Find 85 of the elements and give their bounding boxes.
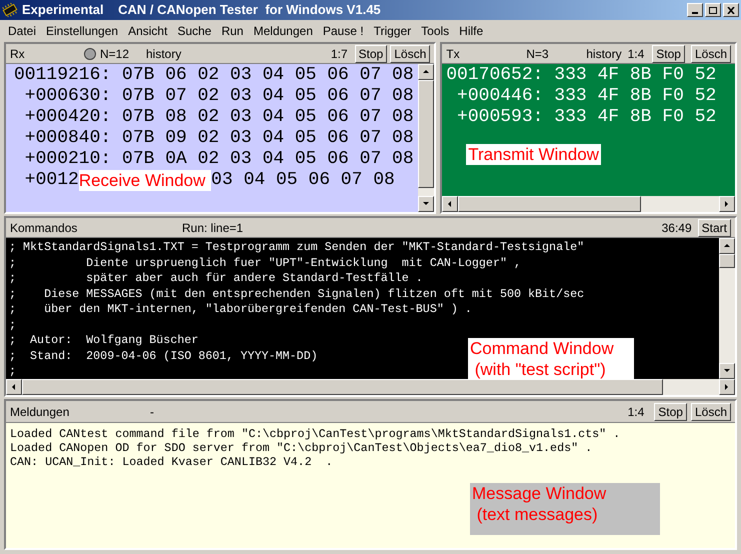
panel-button[interactable]: Stop (354, 44, 388, 62)
menu-item[interactable]: Run (217, 22, 248, 40)
log-line: +0012 (24, 170, 79, 191)
maximize-button[interactable] (705, 3, 721, 17)
scroll-arrow-button[interactable] (719, 196, 735, 212)
down-arrow-icon (723, 367, 731, 375)
log-line: +000593: 333 4F 8B F0 52 (456, 107, 718, 128)
log-line: +000420: 07B 08 02 03 04 05 06 07 08 (24, 107, 414, 128)
menu-item[interactable]: Meldungen (249, 22, 317, 40)
panel-button[interactable]: Stop (654, 402, 687, 420)
script-line: ; Diente urspruenglich fuer "UPT"-Entwicklung mit CAN-Logger" , (9, 256, 521, 271)
elapsed-time: 36:49 (662, 220, 692, 236)
log-line: +000840: 07B 09 02 03 04 05 06 07 08 (24, 128, 414, 149)
annotation-label: Receive Window (78, 170, 212, 191)
script-line: ; (9, 318, 16, 333)
log-line: 00170652: 333 4F 8B F0 52 (446, 65, 718, 86)
ratio-label: 1:7 (330, 46, 348, 62)
menu-item[interactable]: Datei (4, 22, 40, 40)
up-arrow-icon (723, 242, 731, 250)
log-line: +000446: 333 4F 8B F0 52 (456, 86, 718, 107)
log-line: 03 04 05 06 07 08 (211, 170, 395, 191)
maximize-icon (709, 6, 717, 14)
menu-item[interactable]: Tools (417, 22, 454, 40)
window-title: Experimental CAN / CANopen Tester for Windows V1.45 (22, 1, 381, 20)
down-arrow-icon (422, 200, 430, 208)
ratio-label: 1:4 (628, 404, 644, 420)
scroll-arrow-button[interactable] (719, 238, 735, 254)
menu-item[interactable]: Suche (173, 22, 216, 40)
close-icon (727, 6, 735, 14)
scroll-thumb[interactable] (719, 254, 735, 268)
menu-item[interactable]: Hilfe (455, 22, 488, 40)
log-line: +000210: 07B 0A 02 03 04 05 06 07 08 (24, 149, 414, 170)
message-line: CAN: UCAN_Init: Loaded Kvaser CANLIB32 V4.2 . (10, 455, 334, 469)
script-line: ; Autor: Wolfgang Büscher (9, 333, 198, 348)
close-button[interactable] (723, 3, 739, 17)
panel-button[interactable]: Lösch (690, 402, 731, 420)
vertical-scrollbar[interactable] (719, 238, 735, 379)
menu-item[interactable]: Einstellungen (42, 22, 122, 40)
up-arrow-icon (422, 68, 430, 76)
panel-title: Kommandos (10, 220, 78, 236)
message-count: N=12 (100, 46, 130, 62)
start-button[interactable]: Start (698, 218, 731, 236)
scroll-thumb[interactable] (458, 196, 641, 212)
message-line: Loaded CANopen OD for SDO server from "C:\cbproj\CanTest\Objects\ea7_dio8_v1.eds" . (10, 441, 594, 455)
log-line: +000630: 07B 07 02 03 04 05 06 07 08 (24, 86, 414, 107)
history-label: history (146, 46, 182, 62)
scroll-arrow-button[interactable] (418, 196, 434, 212)
message-line: Loaded CANtest command file from "C:\cbproj\CanTest\programs\MktStandardSignals1.cts" . (10, 427, 622, 441)
script-line: ; Diese MESSAGES (mit den entsprechenden Signalen) flitzen oft mit 500 kBit/sec (9, 286, 584, 302)
vertical-scrollbar[interactable] (418, 64, 434, 212)
menu-item[interactable]: Ansicht (124, 22, 172, 40)
script-line: ; später aber auch für andere Standard-Testfälle . (9, 271, 423, 286)
message-count: N=3 (526, 46, 550, 62)
minimize-button[interactable] (687, 3, 703, 17)
annotation-label: Command Window (with "test script") (468, 338, 634, 380)
script-line: ; MktStandardSignals1.TXT = Testprogramm zum Senden der "MKT-Standard-Testsignale" (9, 240, 584, 256)
panel-title: Meldungen (10, 404, 70, 420)
scroll-arrow-button[interactable] (6, 379, 22, 395)
menu-item[interactable]: Pause ! (318, 22, 368, 40)
panel-button[interactable]: Stop (652, 44, 685, 62)
panel-button[interactable]: Lösch (390, 44, 430, 62)
scroll-thumb[interactable] (418, 80, 434, 188)
right-arrow-icon (723, 383, 731, 391)
panel-button[interactable]: Lösch (690, 44, 731, 62)
script-line: ; (9, 364, 16, 379)
scroll-arrow-button[interactable] (719, 379, 735, 395)
panel-title: Rx (10, 46, 26, 62)
run-status: Run: line=1 (182, 220, 244, 236)
log-line: 00119216: 07B 06 02 03 04 05 06 07 08 (14, 65, 414, 86)
chip-icon (2, 3, 18, 17)
panel-title: Tx (446, 46, 461, 62)
annotation-label: Transmit Window (466, 144, 601, 165)
script-line: ; Stand: 2009-04-06 (ISO 8601, YYYY-MM-DD) (9, 348, 318, 364)
horizontal-scrollbar[interactable] (442, 196, 735, 212)
scroll-arrow-button[interactable] (719, 363, 735, 379)
annotation-label: Message Window (text messages) (470, 483, 660, 535)
right-arrow-icon (723, 200, 731, 208)
scroll-arrow-button[interactable] (418, 64, 434, 80)
history-label: history (586, 46, 622, 62)
ratio-label: 1:4 (628, 46, 644, 62)
left-arrow-icon (10, 383, 18, 391)
status-label: - (150, 404, 154, 420)
script-line: ; über den MKT-internen, "laborübergreifenden CAN-Test-BUS" ) . (9, 302, 472, 318)
menu-item[interactable]: Trigger (370, 22, 416, 40)
scroll-arrow-button[interactable] (442, 196, 458, 212)
